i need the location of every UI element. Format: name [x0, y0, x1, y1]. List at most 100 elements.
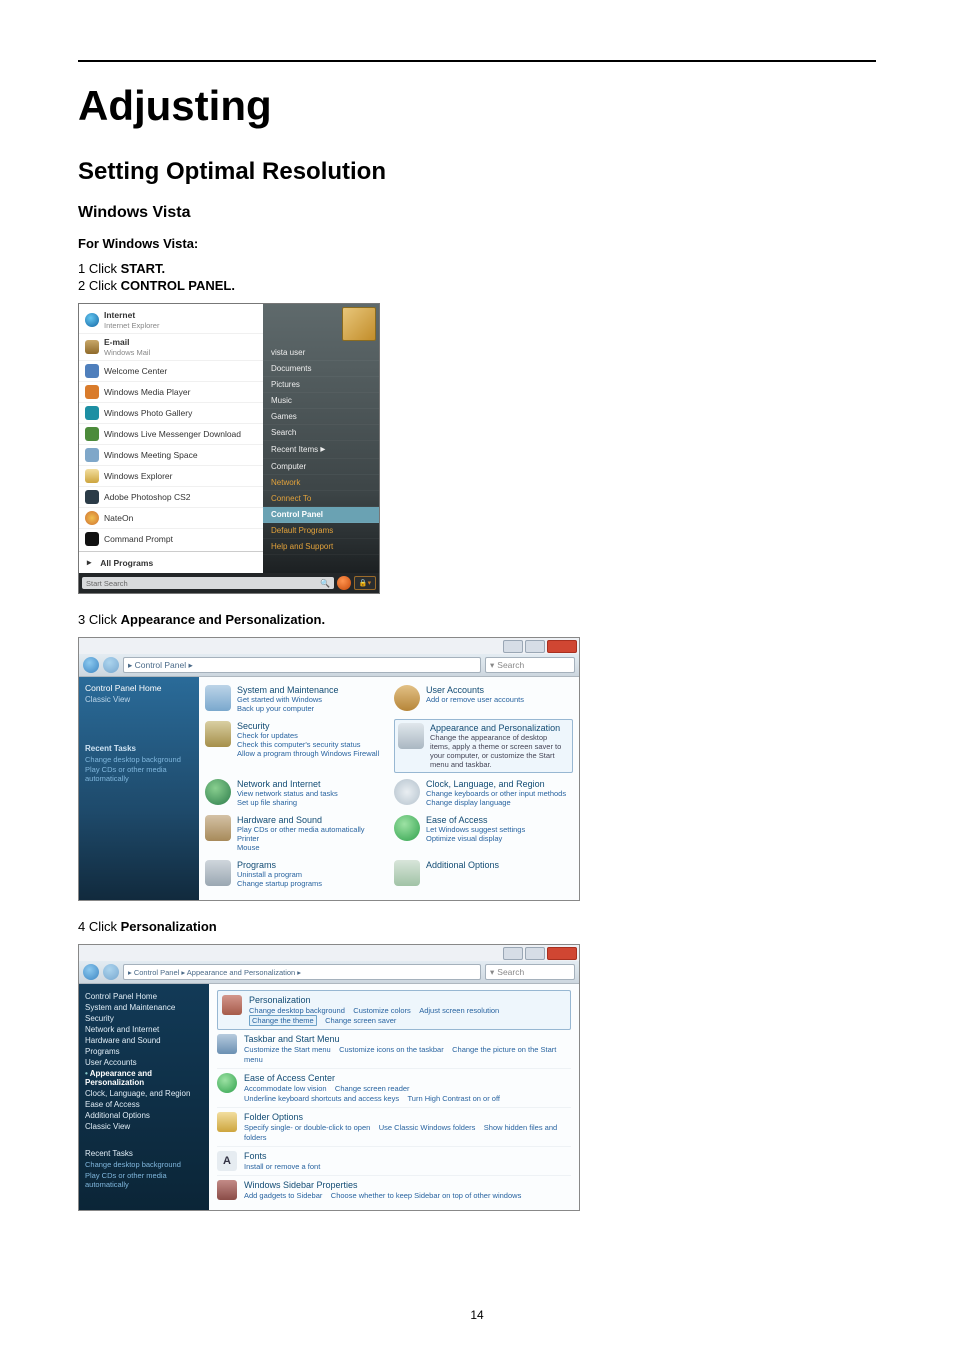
sidebar-classic-view: Classic View	[85, 695, 193, 704]
start-item-internet: Internet Internet Explorer	[79, 304, 263, 333]
row-fonts: A Fonts Install or remove a font	[217, 1147, 571, 1176]
breadcrumb: ▸ Control Panel ▸ Appearance and Persona…	[123, 964, 481, 980]
cat-additional: Additional Options	[394, 858, 573, 890]
nateon-icon	[85, 511, 99, 525]
sidebar-recent-heading: Recent Tasks	[85, 1149, 203, 1158]
media-player-icon	[85, 385, 99, 399]
start-right-recent: Recent Items ▸	[263, 441, 379, 459]
start-right-help: Help and Support	[263, 539, 379, 555]
start-item-photo-gallery: Windows Photo Gallery	[79, 402, 263, 423]
row-ease: Ease of Access Center Accommodate low vi…	[217, 1069, 571, 1108]
internet-icon	[85, 313, 99, 327]
start-right-control-panel: Control Panel	[263, 507, 379, 523]
subsection-heading: Windows Vista	[78, 204, 876, 222]
step-4: 4 Click Personalization	[78, 919, 876, 934]
cat-ease: Ease of Access Let Windows suggest setti…	[394, 813, 573, 854]
cat-hardware: Hardware and Sound Play CDs or other med…	[205, 813, 384, 854]
row-taskbar: Taskbar and Start Menu Customize the Sta…	[217, 1030, 571, 1069]
start-item-nateon: NateOn	[79, 507, 263, 528]
meeting-icon	[85, 448, 99, 462]
start-item-live-messenger: Windows Live Messenger Download	[79, 423, 263, 444]
explorer-icon	[85, 469, 99, 483]
start-item-explorer: Windows Explorer	[79, 465, 263, 486]
minimize-icon	[503, 640, 523, 653]
start-right-connect: Connect To	[263, 491, 379, 507]
ease-icon	[394, 815, 420, 841]
nav-forward-icon	[103, 964, 119, 980]
sidebar-recent-heading: Recent Tasks	[85, 744, 193, 753]
user-icon	[394, 685, 420, 711]
system-icon	[205, 685, 231, 711]
sidebar-recent-2: Play CDs or other media automatically	[85, 765, 193, 783]
user-avatar-icon	[342, 307, 376, 341]
screenshot-control-panel: ▸ Control Panel ▸ ▾ Search Control Panel…	[78, 637, 580, 901]
power-icon	[337, 576, 351, 590]
start-item-meeting-space: Windows Meeting Space	[79, 444, 263, 465]
start-right-user: vista user	[263, 345, 379, 361]
sidebar-item: Control Panel Home	[85, 992, 203, 1001]
row-folder: Folder Options Specify single- or double…	[217, 1108, 571, 1147]
sidebar-item: Additional Options	[85, 1111, 203, 1120]
start-item-media-player: Windows Media Player	[79, 381, 263, 402]
lock-icon: 🔒▾	[354, 576, 376, 590]
paragraph-lead: For Windows Vista:	[78, 236, 876, 251]
personalization-icon	[222, 995, 242, 1015]
ease-icon	[217, 1073, 237, 1093]
programs-icon	[205, 860, 231, 886]
start-item-photoshop: Adobe Photoshop CS2	[79, 486, 263, 507]
step-3: 3 Click Appearance and Personalization.	[78, 612, 876, 627]
sidebar-props-icon	[217, 1180, 237, 1200]
folder-icon	[217, 1112, 237, 1132]
mail-icon	[85, 340, 99, 354]
cat-network: Network and Internet View network status…	[205, 777, 384, 809]
screenshot-start-menu: Internet Internet Explorer E-mail Window…	[78, 303, 380, 594]
search-input: ▾ Search	[485, 964, 575, 980]
breadcrumb: ▸ Control Panel ▸	[123, 657, 481, 673]
maximize-icon	[525, 640, 545, 653]
step-2: 2 Click CONTROL PANEL.	[78, 278, 876, 293]
cat-user-accounts: User Accounts Add or remove user account…	[394, 683, 573, 715]
sidebar-item: Security	[85, 1014, 203, 1023]
hardware-icon	[205, 815, 231, 841]
sidebar-item: Ease of Access	[85, 1100, 203, 1109]
row-sidebar: Windows Sidebar Properties Add gadgets t…	[217, 1176, 571, 1204]
sidebar-recent-2: Play CDs or other media automatically	[85, 1171, 203, 1189]
page-number: 14	[0, 1308, 954, 1322]
sidebar-item-active: Appearance and Personalization	[85, 1069, 203, 1087]
additional-icon	[394, 860, 420, 886]
sidebar-item: System and Maintenance	[85, 1003, 203, 1012]
start-right-music: Music	[263, 393, 379, 409]
window-titlebar	[79, 945, 579, 961]
sidebar: Control Panel Home System and Maintenanc…	[79, 984, 209, 1210]
screenshot-personalization: ▸ Control Panel ▸ Appearance and Persona…	[78, 944, 580, 1211]
cmd-icon	[85, 532, 99, 546]
taskbar-icon	[217, 1034, 237, 1054]
close-icon	[547, 640, 577, 653]
page-title: Adjusting	[78, 82, 876, 130]
search-icon: 🔍	[320, 579, 330, 588]
sidebar: Control Panel Home Classic View Recent T…	[79, 677, 199, 900]
nav-back-icon	[83, 657, 99, 673]
row-personalization-highlighted: Personalization Change desktop backgroun…	[217, 990, 571, 1030]
close-icon	[547, 947, 577, 960]
start-right-network: Network	[263, 475, 379, 491]
start-item-welcome: Welcome Center	[79, 360, 263, 381]
cat-security: Security Check for updates Check this co…	[205, 719, 384, 773]
welcome-icon	[85, 364, 99, 378]
address-bar: ▸ Control Panel ▸ Appearance and Persona…	[79, 961, 579, 984]
photoshop-icon	[85, 490, 99, 504]
sidebar-cp-home: Control Panel Home	[85, 683, 193, 693]
start-right-default-programs: Default Programs	[263, 523, 379, 539]
sidebar-item: Network and Internet	[85, 1025, 203, 1034]
start-search-bar: Start Search 🔍 🔒▾	[79, 573, 379, 593]
minimize-icon	[503, 947, 523, 960]
start-item-email: E-mail Windows Mail	[79, 333, 263, 360]
clock-icon	[394, 779, 420, 805]
shield-icon	[205, 721, 231, 747]
photo-gallery-icon	[85, 406, 99, 420]
sidebar-item: Hardware and Sound	[85, 1036, 203, 1045]
start-all-programs: ▸ All Programs	[79, 551, 263, 573]
step-1: 1 Click START.	[78, 261, 876, 276]
cat-system: System and Maintenance Get started with …	[205, 683, 384, 715]
start-right-games: Games	[263, 409, 379, 425]
